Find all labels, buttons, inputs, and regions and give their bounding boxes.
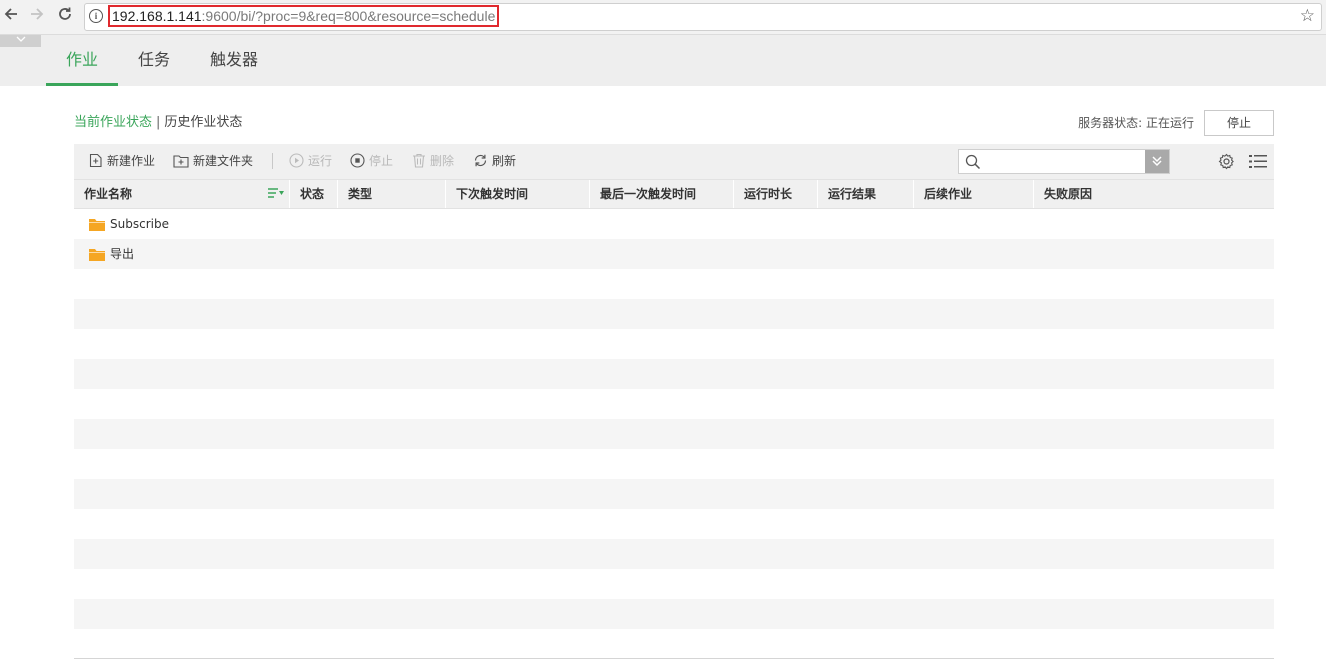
tab-tasks[interactable]: 任务 <box>125 35 183 86</box>
column-header-last-trigger[interactable]: 最后一次触发时间 <box>590 180 734 208</box>
collapse-chevron-icon[interactable] <box>0 35 41 47</box>
column-header-next-job[interactable]: 后续作业 <box>914 180 1034 208</box>
empty-row <box>74 539 1274 569</box>
table-row[interactable]: 导出 <box>74 239 1274 269</box>
empty-row <box>74 479 1274 509</box>
toolbar-divider <box>272 153 273 169</box>
table-header: 作业名称 状态 类型 下次触发时间 最后一次触发时间 运行时长 运行结果 后续作… <box>74 179 1274 209</box>
refresh-label: 刷新 <box>492 154 517 168</box>
search-options-button[interactable] <box>1145 150 1169 173</box>
current-job-status-link[interactable]: 当前作业状态 <box>74 115 152 130</box>
url-host: 192.168.1.141 <box>112 8 202 24</box>
new-file-icon <box>89 153 102 168</box>
play-icon <box>289 153 304 168</box>
job-table-body: Subscribe 导出 <box>74 209 1274 629</box>
refresh-button[interactable]: 刷新 <box>473 144 516 179</box>
delete-button[interactable]: 删除 <box>412 144 454 179</box>
status-row: 当前作业状态 | 历史作业状态 服务器状态: 正在运行 停止 <box>74 110 1274 136</box>
folder-icon <box>89 249 105 261</box>
empty-row <box>74 329 1274 359</box>
new-folder-button[interactable]: 新建文件夹 <box>173 144 253 179</box>
url-path: :9600/bi/?proc=9&req=800&resource=schedu… <box>201 8 496 24</box>
table-bottom-border <box>74 658 1274 659</box>
column-header-result[interactable]: 运行结果 <box>818 180 914 208</box>
browser-toolbar: i 192.168.1.141:9600/bi/?proc=9&req=800&… <box>0 0 1326 35</box>
empty-row <box>74 599 1274 629</box>
list-view-icon[interactable] <box>1249 154 1267 169</box>
tab-triggers[interactable]: 触发器 <box>198 35 270 86</box>
run-button[interactable]: 运行 <box>289 144 332 179</box>
server-status-label: 服务器状态: <box>1078 116 1143 130</box>
stop-server-button[interactable]: 停止 <box>1204 110 1274 136</box>
delete-label: 删除 <box>430 154 455 168</box>
run-label: 运行 <box>308 154 333 168</box>
column-label: 作业名称 <box>84 187 133 201</box>
refresh-icon <box>474 154 487 167</box>
table-row[interactable]: Subscribe <box>74 209 1274 239</box>
empty-row <box>74 359 1274 389</box>
column-header-job-name[interactable]: 作业名称 <box>74 180 290 208</box>
reload-icon[interactable] <box>55 6 75 26</box>
empty-row <box>74 299 1274 329</box>
url-text[interactable]: 192.168.1.141:9600/bi/?proc=9&req=800&re… <box>108 5 500 27</box>
double-chevron-down-icon <box>1152 156 1162 167</box>
empty-row <box>74 569 1274 599</box>
new-folder-icon <box>173 154 189 168</box>
empty-row <box>74 449 1274 479</box>
job-toolbar: 新建作业 新建文件夹 运行 停止 删除 刷新 <box>74 144 1274 179</box>
column-header-next-trigger[interactable]: 下次触发时间 <box>446 180 590 208</box>
column-header-status[interactable]: 状态 <box>290 180 338 208</box>
history-job-status-link[interactable]: 历史作业状态 <box>164 115 242 130</box>
tab-jobs[interactable]: 作业 <box>46 35 118 86</box>
sort-filter-icon[interactable] <box>268 188 284 198</box>
trash-icon <box>413 153 425 168</box>
app-header: 作业 任务 触发器 <box>0 35 1326 86</box>
row-name: 导出 <box>110 247 135 261</box>
back-arrow-icon[interactable] <box>1 6 21 26</box>
separator: | <box>156 115 161 130</box>
new-folder-label: 新建文件夹 <box>193 154 254 168</box>
stop-icon <box>350 153 365 168</box>
empty-row <box>74 509 1274 539</box>
empty-row <box>74 269 1274 299</box>
new-job-label: 新建作业 <box>107 154 156 168</box>
address-bar[interactable]: i 192.168.1.141:9600/bi/?proc=9&req=800&… <box>84 3 1322 31</box>
empty-row <box>74 419 1274 449</box>
stop-button[interactable]: 停止 <box>350 144 393 179</box>
column-header-type[interactable]: 类型 <box>338 180 446 208</box>
forward-arrow-icon[interactable] <box>27 6 47 26</box>
gear-icon[interactable] <box>1218 153 1235 170</box>
column-header-failure-reason[interactable]: 失败原因 <box>1034 180 1274 208</box>
empty-row <box>74 389 1274 419</box>
server-status: 服务器状态: 正在运行 <box>1078 110 1194 136</box>
star-icon[interactable]: ☆ <box>1300 6 1315 26</box>
server-status-value: 正在运行 <box>1145 116 1194 130</box>
search-input[interactable] <box>958 149 1170 174</box>
info-icon[interactable]: i <box>89 9 103 23</box>
search-icon <box>965 154 981 170</box>
stop-label: 停止 <box>369 154 394 168</box>
row-name: Subscribe <box>110 217 169 231</box>
column-header-duration[interactable]: 运行时长 <box>734 180 818 208</box>
folder-icon <box>89 219 105 231</box>
new-job-button[interactable]: 新建作业 <box>89 144 155 179</box>
